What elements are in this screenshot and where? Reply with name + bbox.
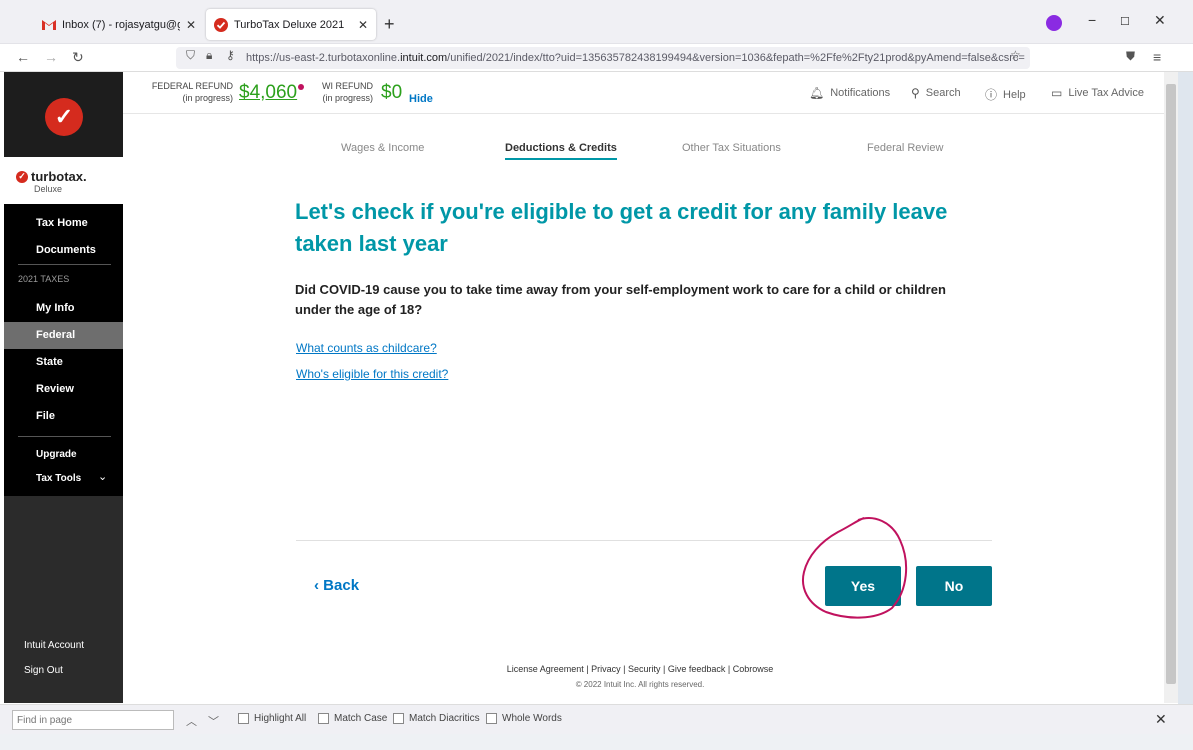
turbotax-icon [214, 17, 228, 32]
legal-links[interactable]: License Agreement | Privacy | Security |… [440, 664, 840, 674]
check-icon: ✓ [16, 170, 28, 183]
url-path: /unified/2021/index/tto?uid=135635782438… [447, 52, 1025, 64]
logo-area: ✓ [4, 72, 123, 157]
background-strip [1178, 72, 1193, 704]
tab-deductions-credits[interactable]: Deductions & Credits [505, 142, 617, 160]
tab-title: Inbox (7) - rojasyatgu@gmail.c [62, 18, 180, 31]
menu-icon[interactable]: ≡ [1153, 49, 1161, 65]
tab-turbotax[interactable]: TurboTax Deluxe 2021 ✕ [206, 9, 376, 40]
match-diacritics-checkbox[interactable]: Match Diacritics [393, 713, 480, 724]
copyright: © 2022 Intuit Inc. All rights reserved. [575, 680, 705, 689]
reload-icon[interactable]: ↻ [72, 49, 84, 66]
gmail-icon [42, 18, 56, 32]
tab-gmail[interactable]: Inbox (7) - rojasyatgu@gmail.c ✕ [34, 9, 204, 40]
sidebar-item-upgrade[interactable]: Upgrade [36, 449, 77, 460]
close-tab-icon[interactable]: ✕ [358, 18, 368, 32]
find-bar: ︿ ﹀ Highlight All Match Case Match Diacr… [0, 704, 1193, 734]
new-tab-button[interactable]: + [384, 14, 395, 35]
close-window-button[interactable]: ✕ [1154, 12, 1166, 29]
search-button[interactable]: ⚲ Search [911, 86, 961, 100]
app-header: FEDERAL REFUND (in progress) $4,060 WI R… [123, 72, 1164, 114]
state-refund-label: WI REFUND (in progress) [322, 81, 373, 103]
sidebar-item-state[interactable]: State [36, 356, 63, 368]
bell-icon: 🔔︎ [809, 86, 825, 100]
taskbar-strip [0, 734, 1193, 750]
link-what-counts-childcare[interactable]: What counts as childcare? [296, 341, 437, 355]
divider [18, 436, 111, 437]
state-refund-value: $0 [381, 82, 403, 103]
browser-nav-bar: ← → ↻ https://us-east-2.turbotaxonline. i… [0, 44, 1193, 72]
hand-drawn-circle-annotation [802, 517, 908, 619]
notifications-button[interactable]: 🔔︎ Notifications [809, 86, 890, 100]
hide-link[interactable]: Hide [409, 93, 433, 105]
maximize-button[interactable]: ☐ [1120, 15, 1130, 28]
help-icon: ⓘ [985, 88, 998, 102]
back-arrow-icon[interactable]: ← [16, 49, 30, 65]
tab-other-tax-situations[interactable]: Other Tax Situations [682, 142, 781, 154]
turbotax-logo-icon[interactable]: ✓ [45, 98, 83, 136]
sidebar-item-intuit-account[interactable]: Intuit Account [24, 640, 84, 651]
match-case-checkbox[interactable]: Match Case [318, 713, 387, 724]
shield-icon[interactable]: ⛉ [186, 48, 195, 63]
lock-icon[interactable]: 🔒︎ [206, 48, 212, 63]
tab-title: TurboTax Deluxe 2021 [234, 18, 345, 31]
tab-wages-income[interactable]: Wages & Income [341, 142, 424, 154]
sidebar-item-tax-home[interactable]: Tax Home [36, 217, 88, 229]
chevron-up-icon[interactable]: ︿ [186, 713, 197, 729]
key-icon[interactable]: ⚷ [226, 48, 235, 62]
live-tax-advice-button[interactable]: ▭ Live Tax Advice [1051, 86, 1144, 100]
divider [18, 264, 111, 265]
bookmark-star-icon[interactable]: ☆ [1010, 48, 1021, 62]
search-icon: ⚲ [911, 86, 920, 100]
chevron-down-icon[interactable]: ⌄ [98, 470, 107, 483]
close-icon[interactable]: ✕ [1155, 711, 1167, 728]
url-host: intuit.com [400, 52, 448, 64]
minimize-button[interactable]: − [1088, 12, 1096, 28]
highlight-all-checkbox[interactable]: Highlight All [238, 713, 306, 724]
sidebar-item-documents[interactable]: Documents [36, 244, 96, 256]
sidebar-nav: Tax Home Documents 2021 TAXES My Info Fe… [4, 204, 123, 496]
link-who-eligible[interactable]: Who's eligible for this credit? [296, 367, 448, 381]
forward-arrow-icon[interactable]: → [44, 49, 58, 65]
tab-federal-review[interactable]: Federal Review [867, 142, 943, 154]
pocket-icon[interactable]: ⛊ [1126, 49, 1135, 64]
brand-area: ✓ turbotax. Deluxe [4, 157, 123, 204]
page-title: Let's check if you're eligible to get a … [295, 199, 948, 256]
chevron-left-icon: ‹ [314, 577, 324, 594]
whole-words-checkbox[interactable]: Whole Words [486, 713, 562, 724]
no-button[interactable]: No [916, 566, 992, 606]
sidebar-item-sign-out[interactable]: Sign Out [24, 665, 63, 676]
question-text: Did COVID-19 cause you to take time away… [295, 282, 946, 317]
sidebar-item-review[interactable]: Review [36, 383, 74, 395]
extension-icon[interactable] [1046, 15, 1062, 31]
scrollbar[interactable] [1164, 72, 1178, 703]
federal-refund-label: FEDERAL REFUND (in progress) [151, 81, 233, 103]
sidebar-item-federal[interactable]: Federal [36, 329, 75, 341]
sidebar-item-file[interactable]: File [36, 410, 55, 422]
status-dot [298, 84, 304, 90]
sidebar-item-my-info[interactable]: My Info [36, 302, 75, 314]
sidebar-item-tax-tools[interactable]: Tax Tools [36, 473, 81, 484]
app-sidebar: ✓ ✓ turbotax. Deluxe Tax Home Documents 2… [4, 72, 123, 703]
find-input[interactable] [12, 710, 174, 730]
browser-tab-bar: Inbox (7) - rojasyatgu@gmail.c ✕ TurboTa… [0, 0, 1193, 44]
scrollbar-thumb[interactable] [1166, 84, 1176, 684]
section-label: 2021 TAXES [18, 274, 70, 284]
url-prefix: https://us-east-2.turbotaxonline. [246, 52, 401, 64]
federal-refund-value[interactable]: $4,060 [239, 82, 297, 104]
chevron-down-icon[interactable]: ﹀ [208, 713, 219, 729]
url-bar[interactable]: https://us-east-2.turbotaxonline. intuit.… [176, 47, 1030, 69]
close-tab-icon[interactable]: ✕ [186, 18, 196, 32]
help-button[interactable]: ⓘ Help [985, 86, 1026, 103]
brand-name: ✓ turbotax. [16, 169, 87, 184]
back-button[interactable]: ‹ Back [314, 577, 359, 594]
brand-edition: Deluxe [34, 184, 63, 194]
chat-icon: ▭ [1051, 86, 1063, 100]
